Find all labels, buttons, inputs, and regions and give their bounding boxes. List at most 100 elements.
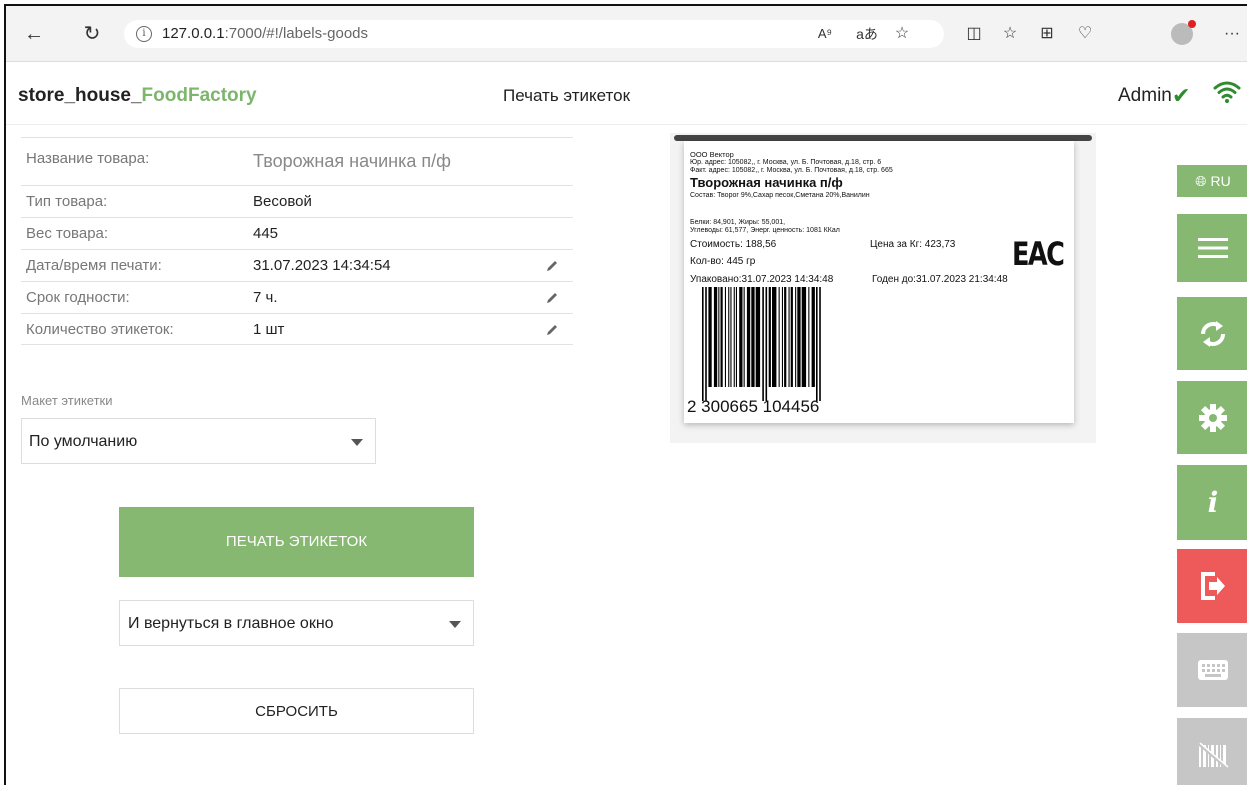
label-preview: ООО Вектор Юр. адрес: 105082,, г. Москва… <box>670 133 1096 443</box>
barcode-scanner-button[interactable] <box>1177 718 1247 785</box>
barcode-bar <box>713 287 718 387</box>
reset-button[interactable]: СБРОСИТЬ <box>119 688 474 734</box>
page-title: Печать этикеток <box>503 86 631 105</box>
label-company: ООО Вектор <box>690 150 734 159</box>
translate-icon[interactable]: aあ <box>856 23 878 45</box>
logout-button[interactable] <box>1177 549 1247 623</box>
barcode-bar <box>720 287 723 387</box>
edit-pencil-icon[interactable] <box>545 259 559 273</box>
barcode-off-icon <box>1198 741 1229 769</box>
split-screen-icon[interactable]: ◫ <box>963 23 985 45</box>
more-menu-icon[interactable]: ··· <box>1221 23 1243 45</box>
field-label: Дата/время печати: <box>26 257 162 274</box>
product-info-table: Название товара: Творожная начинка п/ф Т… <box>21 137 573 345</box>
barcode-guard-bar <box>819 287 821 401</box>
barcode-bar <box>772 287 777 387</box>
settings-icon <box>1199 403 1227 432</box>
reload-icon[interactable]: ↻ <box>80 22 104 46</box>
field-label: Количество этикеток: <box>26 320 174 338</box>
label-product-name: Творожная начинка п/ф <box>690 175 843 190</box>
read-aloud-icon[interactable]: A⁹ <box>814 23 836 45</box>
field-label: Тип товара: <box>26 193 108 210</box>
app-header: store_house_FoodFactory Печать этикеток … <box>6 63 1247 125</box>
site-info-icon[interactable]: i <box>136 26 152 42</box>
dropdown-caret-icon <box>449 621 461 628</box>
field-label: Название товара: <box>26 150 150 167</box>
barcode-digits: 2 300665 104456 <box>687 397 820 416</box>
label-sheet: ООО Вектор Юр. адрес: 105082,, г. Москва… <box>684 141 1074 423</box>
barcode-bar <box>718 287 720 387</box>
layout-select[interactable]: По умолчанию <box>21 418 376 464</box>
logout-icon <box>1201 572 1225 600</box>
field-label: Вес товара: <box>26 225 109 242</box>
layout-select-label: Макет этикетки <box>21 393 113 408</box>
shelf-life-value: 7 ч. <box>253 289 278 306</box>
sync-button[interactable] <box>1177 297 1247 370</box>
barcode-bar <box>751 287 755 387</box>
print-labels-button[interactable]: ПЕЧАТЬ ЭТИКЕТОК <box>119 507 474 577</box>
row-product-weight: Вес товара: 445 <box>21 217 573 249</box>
browser-toolbar: ← ↻ i 127.0.0.1:7000/#!/labels-goods A⁹ … <box>6 6 1247 62</box>
barcode-guard-bar <box>762 287 764 401</box>
barcode-guard-bar <box>705 287 707 401</box>
layout-select-value: По умолчанию <box>29 433 138 450</box>
barcode-bar <box>788 287 790 387</box>
product-weight-value: 445 <box>253 225 279 242</box>
row-product-name: Название товара: Творожная начинка п/ф <box>21 137 573 185</box>
barcode-bar <box>808 287 810 387</box>
url-path: :7000/#!/labels-goods <box>224 25 368 42</box>
barcode-bar <box>743 287 745 387</box>
wifi-icon <box>1213 81 1241 103</box>
favorites-list-icon[interactable]: ☆ <box>999 23 1021 45</box>
label-cost: Стоимость: 188,56 <box>690 239 777 250</box>
menu-icon <box>1198 238 1228 258</box>
barcode-bar <box>768 287 771 387</box>
favorite-star-icon[interactable]: ☆ <box>891 23 913 45</box>
product-name-value: Творожная начинка п/ф <box>253 151 451 171</box>
label-nutrition-1: Белки: 84,901, Жиры: 55,001, <box>690 219 786 226</box>
keyboard-button[interactable] <box>1177 633 1247 707</box>
label-nutrition-2: Углеводы: 61,577, Энерг. ценность: 1081 … <box>690 227 840 234</box>
barcode-bar <box>781 287 783 387</box>
edit-pencil-icon[interactable] <box>545 323 559 337</box>
label-legal-address: Юр. адрес: 105082,, г. Москва, ул. Б. По… <box>690 159 882 166</box>
url-host: 127.0.0.1 <box>162 25 225 42</box>
label-packed: Упаковано:31.07.2023 14:34:48 <box>690 274 834 285</box>
after-print-select[interactable]: И вернуться в главное окно <box>119 600 474 646</box>
browser-essentials-icon[interactable]: ♡ <box>1074 23 1096 45</box>
barcode-bar <box>790 287 793 387</box>
row-label-count: Количество этикеток: 1 шт <box>21 313 573 345</box>
barcode-bar <box>797 287 801 387</box>
language-button[interactable]: 🌐︎ RU <box>1177 165 1247 197</box>
menu-button[interactable] <box>1177 214 1247 282</box>
edit-pencil-icon[interactable] <box>545 291 559 305</box>
info-button[interactable]: i <box>1177 465 1247 540</box>
status-check-icon: ✔ <box>1172 83 1191 108</box>
barcode-bar <box>778 287 780 387</box>
brand-main: store_house_ <box>18 85 142 106</box>
barcode-bar <box>735 287 737 387</box>
info-icon: i <box>1207 486 1219 519</box>
barcode-bar <box>755 287 761 387</box>
settings-button[interactable] <box>1177 381 1247 454</box>
collections-icon[interactable]: ⊞ <box>1036 23 1058 45</box>
print-datetime-value: 31.07.2023 14:34:54 <box>253 257 391 274</box>
barcode-bar <box>801 287 807 387</box>
barcode-bar <box>708 287 712 387</box>
barcode-bar <box>784 287 787 387</box>
row-shelf-life: Срок годности: 7 ч. <box>21 281 573 313</box>
field-label: Срок годности: <box>26 289 130 306</box>
brand-accent: FoodFactory <box>141 85 257 106</box>
back-icon[interactable]: ← <box>22 22 46 46</box>
globe-icon: 🌐︎ <box>1195 172 1207 189</box>
keyboard-icon <box>1198 660 1228 680</box>
profile-avatar[interactable] <box>1171 20 1196 45</box>
barcode-bar <box>724 287 726 387</box>
eac-mark-icon: EAC <box>1012 235 1065 273</box>
label-actual-address: Факт. адрес: 105082,, г. Москва, ул. Б. … <box>690 167 893 174</box>
barcode-bar <box>728 287 730 387</box>
browser-window: ← ↻ i 127.0.0.1:7000/#!/labels-goods A⁹ … <box>4 4 1247 785</box>
notification-dot <box>1188 20 1196 28</box>
after-print-value: И вернуться в главное окно <box>128 615 334 632</box>
user-name: Admin <box>1118 85 1172 106</box>
